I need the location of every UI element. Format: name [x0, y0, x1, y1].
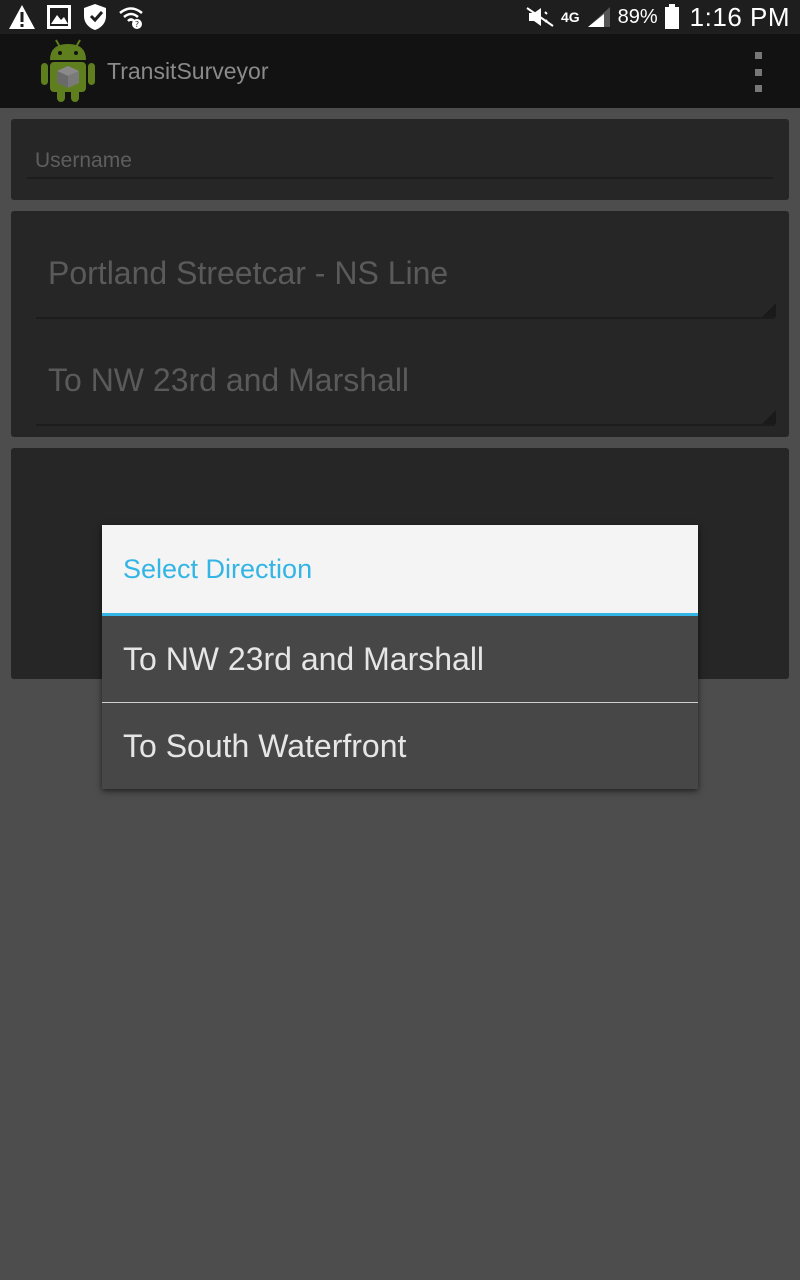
wifi-icon: ?	[119, 7, 143, 29]
username-card: Username	[11, 119, 789, 200]
username-field[interactable]: Username	[35, 149, 132, 173]
direction-dropdown-arrow-icon[interactable]	[762, 410, 776, 424]
android-app-icon	[41, 39, 95, 102]
gallery-icon	[47, 5, 71, 29]
status-time: 1:16 PM	[689, 1, 790, 32]
signal-icon	[587, 7, 610, 27]
mute-icon	[526, 7, 554, 27]
app-screen: ? 4G 89% 1:16 PM TransitSurveyor Usernam…	[0, 0, 800, 1280]
route-card: Portland Streetcar - NS Line To NW 23rd …	[11, 211, 789, 437]
shield-icon	[84, 4, 106, 30]
direction-spinner[interactable]: To NW 23rd and Marshall	[48, 362, 409, 399]
svg-text:?: ?	[135, 20, 139, 29]
route-spinner-underline	[36, 317, 775, 319]
direction-option-label: To NW 23rd and Marshall	[123, 641, 485, 677]
username-underline	[27, 177, 773, 179]
dialog-header: Select Direction	[102, 525, 698, 613]
overflow-dot	[754, 85, 762, 92]
direction-option-label: To South Waterfront	[123, 728, 407, 764]
status-bar-notifications: ?	[8, 3, 144, 31]
battery-percent: 89%	[617, 5, 658, 28]
direction-option-south-waterfront[interactable]: To South Waterfront	[102, 703, 698, 789]
network-type: 4G	[560, 9, 580, 25]
route-dropdown-arrow-icon[interactable]	[762, 303, 776, 317]
status-bar: ? 4G 89% 1:16 PM	[0, 0, 800, 34]
battery-icon	[664, 4, 679, 29]
status-bar-system: 4G 89% 1:16 PM	[525, 0, 790, 34]
route-spinner[interactable]: Portland Streetcar - NS Line	[48, 255, 448, 292]
dialog-title: Select Direction	[123, 554, 313, 584]
direction-spinner-underline	[36, 424, 775, 426]
overflow-dot	[754, 68, 762, 76]
direction-options-list: To NW 23rd and Marshall To South Waterfr…	[102, 616, 698, 789]
warning-icon	[9, 5, 35, 29]
action-bar: TransitSurveyor	[0, 34, 800, 108]
overflow-menu-icon[interactable]	[748, 52, 768, 92]
app-title: TransitSurveyor	[107, 58, 269, 84]
overflow-dot	[754, 52, 762, 59]
select-direction-dialog: Select Direction To NW 23rd and Marshall…	[102, 525, 698, 789]
direction-option-nw-23rd[interactable]: To NW 23rd and Marshall	[102, 616, 698, 702]
